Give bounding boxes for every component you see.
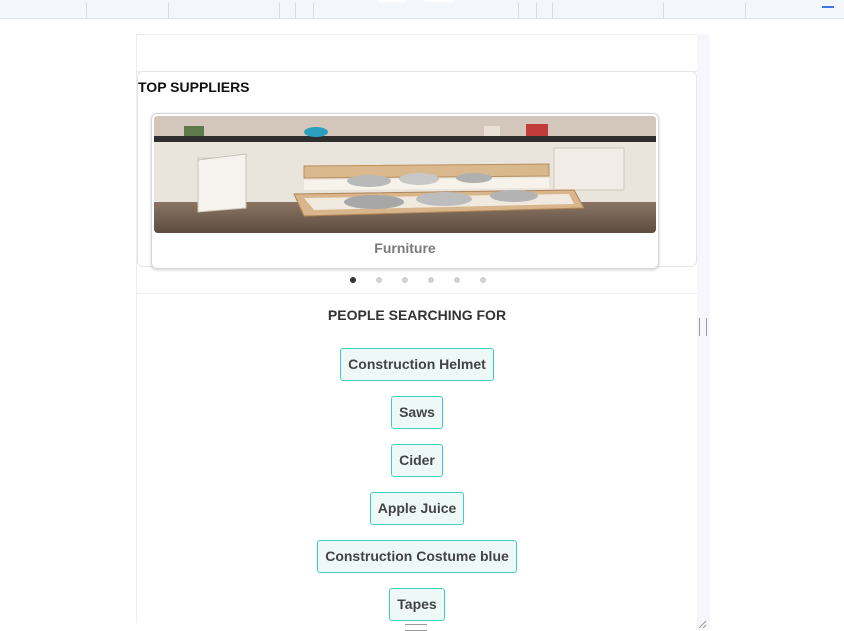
ruler-tick bbox=[745, 3, 746, 18]
app-header bbox=[137, 35, 697, 72]
carousel-dots bbox=[347, 275, 490, 285]
carousel-dot[interactable] bbox=[454, 277, 460, 283]
ruler-tick bbox=[295, 3, 296, 18]
mobile-viewport: TOP SUPPLIERS Furniture PEOPLE SEARCHING… bbox=[136, 34, 697, 623]
search-tag[interactable]: Tapes bbox=[389, 588, 445, 621]
top-ruler bbox=[0, 0, 844, 19]
carousel-dot[interactable] bbox=[350, 277, 356, 283]
carousel-dot[interactable] bbox=[428, 277, 434, 283]
carousel-dot[interactable] bbox=[402, 277, 408, 283]
search-tag[interactable]: Saws bbox=[391, 396, 443, 429]
resize-handle-icon[interactable] bbox=[699, 318, 707, 336]
menu-icon[interactable] bbox=[822, 2, 834, 14]
ruler-tick bbox=[168, 3, 169, 18]
ruler-tick bbox=[279, 3, 280, 18]
ruler-handle[interactable] bbox=[378, 0, 406, 2]
ruler-tick bbox=[313, 3, 314, 18]
ruler-tick bbox=[552, 3, 553, 18]
supplier-image bbox=[154, 116, 656, 233]
section-title: TOP SUPPLIERS bbox=[138, 79, 250, 95]
ruler-tick bbox=[518, 3, 519, 18]
supplier-card[interactable]: Furniture bbox=[151, 113, 659, 269]
search-tag[interactable]: Cider bbox=[391, 444, 443, 477]
ruler-tick bbox=[536, 3, 537, 18]
ruler-handle[interactable] bbox=[424, 0, 454, 2]
search-tag[interactable]: Construction Costume blue bbox=[317, 540, 517, 573]
carousel-dot[interactable] bbox=[376, 277, 382, 283]
ruler-tick bbox=[86, 3, 87, 18]
search-tag-list: Construction Helmet Saws Cider Apple Jui… bbox=[137, 348, 697, 621]
section-divider bbox=[137, 293, 697, 294]
people-searching-title: PEOPLE SEARCHING FOR bbox=[327, 307, 507, 323]
search-tag[interactable]: Construction Helmet bbox=[340, 348, 494, 381]
carousel-dot[interactable] bbox=[480, 277, 486, 283]
ruler-tick bbox=[663, 3, 664, 18]
supplier-card-label: Furniture bbox=[374, 240, 436, 256]
corner-resize-icon[interactable] bbox=[697, 619, 707, 629]
search-tag[interactable]: Apple Juice bbox=[369, 492, 465, 525]
